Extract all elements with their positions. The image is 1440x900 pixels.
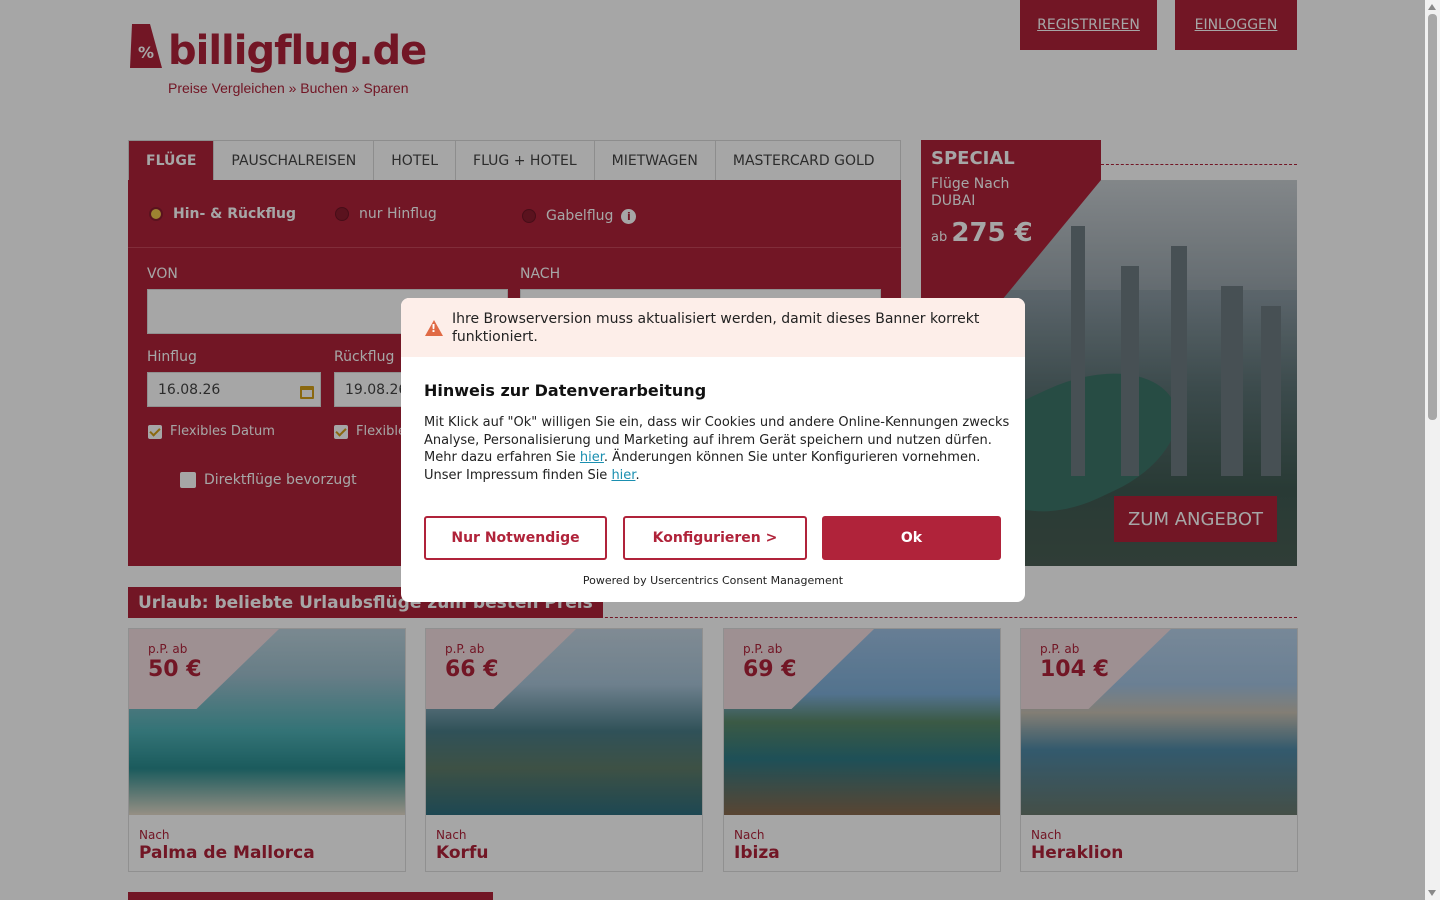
scrollbar[interactable] [1425, 0, 1440, 900]
consent-text: . [635, 467, 640, 483]
ok-button[interactable]: Ok [822, 516, 1001, 560]
imprint-link[interactable]: hier [611, 468, 635, 483]
consent-dialog: Ihre Browserversion muss aktualisiert we… [401, 298, 1025, 602]
browser-warning: Ihre Browserversion muss aktualisiert we… [401, 298, 1025, 357]
powered-by: Powered by Usercentrics Consent Manageme… [582, 574, 844, 587]
scroll-down-icon[interactable] [1428, 890, 1436, 896]
consent-title: Hinweis zur Datenverarbeitung [424, 381, 707, 400]
scrollbar-thumb[interactable] [1428, 14, 1437, 420]
privacy-link[interactable]: hier [580, 450, 604, 465]
configure-button[interactable]: Konfigurieren > [623, 516, 807, 560]
warning-text: Ihre Browserversion muss aktualisiert we… [452, 311, 980, 345]
page: % billigflug.de Preise Vergleichen » Buc… [0, 0, 1425, 900]
necessary-only-button[interactable]: Nur Notwendige [424, 516, 607, 560]
scroll-up-icon[interactable] [1428, 4, 1436, 10]
warning-icon [425, 320, 443, 336]
consent-body: Mit Klick auf "Ok" willigen Sie ein, das… [424, 414, 1010, 484]
